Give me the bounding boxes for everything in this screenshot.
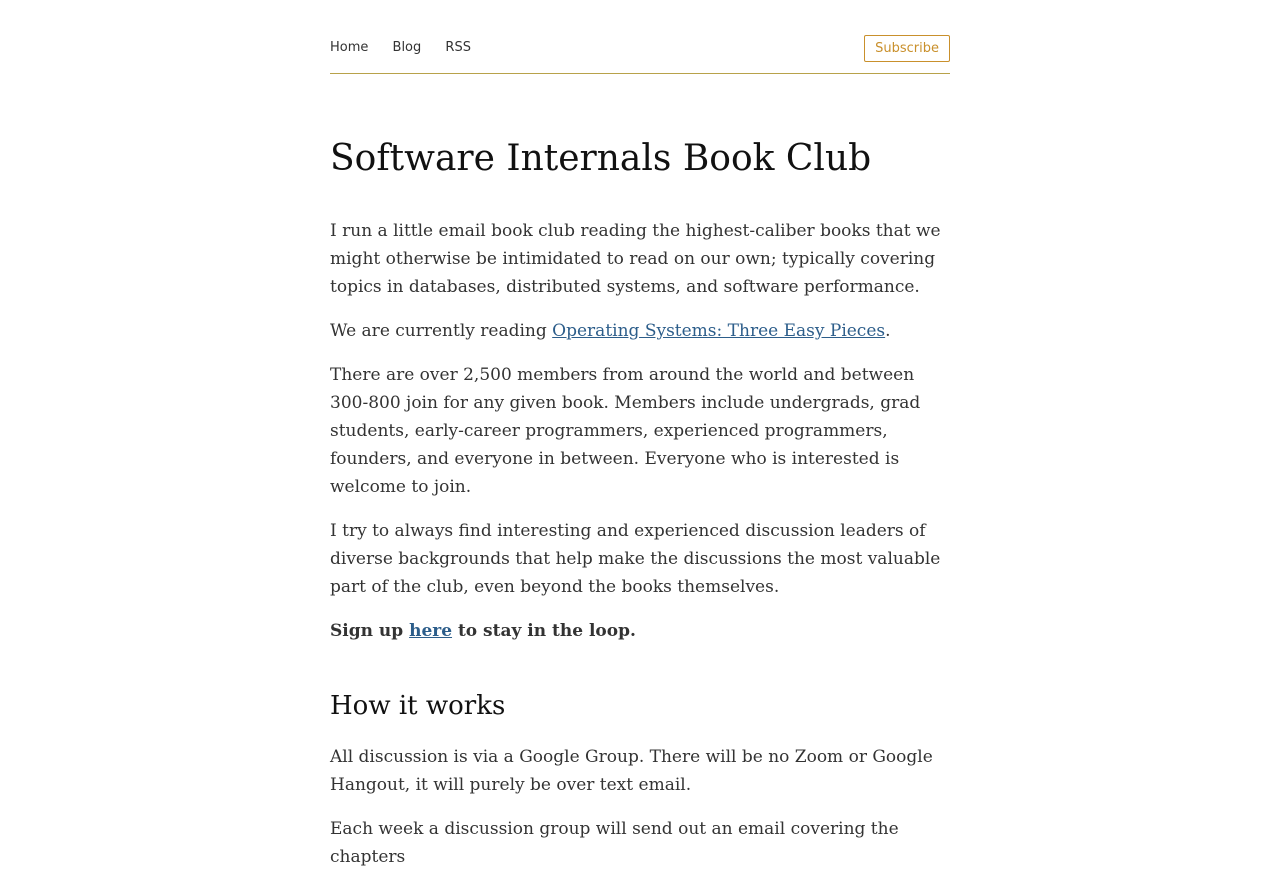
signup-link[interactable]: here xyxy=(409,621,452,641)
intro-paragraph: I run a little email book club reading t… xyxy=(330,221,941,297)
current-book-paragraph: We are currently reading Operating Syste… xyxy=(330,317,950,345)
nav-links: Home Blog RSS xyxy=(330,40,471,55)
signup-paragraph: Sign up here to stay in the loop. xyxy=(330,617,950,645)
subscribe-button[interactable]: Subscribe xyxy=(864,35,950,62)
top-navigation: Home Blog RSS Subscribe xyxy=(330,0,950,74)
signup-suffix: to stay in the loop. xyxy=(452,621,636,641)
current-book-suffix: . xyxy=(885,321,891,341)
page-title: Software Internals Book Club xyxy=(330,138,872,179)
nav-blog-link[interactable]: Blog xyxy=(393,40,422,55)
signup-prefix: Sign up xyxy=(330,621,410,641)
current-book-prefix: We are currently reading xyxy=(330,321,553,341)
leaders-paragraph: I try to always find interesting and exp… xyxy=(330,521,941,597)
how-paragraph-2: Each week a discussion group will send o… xyxy=(330,819,899,867)
nav-rss-link[interactable]: RSS xyxy=(445,40,471,55)
nav-home-link[interactable]: Home xyxy=(330,40,368,55)
current-book-link[interactable]: Operating Systems: Three Easy Pieces xyxy=(552,321,885,341)
page-container: Home Blog RSS Subscribe Software Interna… xyxy=(330,0,950,867)
signup-text: Sign up here to stay in the loop. xyxy=(330,621,636,641)
members-paragraph: There are over 2,500 members from around… xyxy=(330,365,921,497)
how-paragraph-1: All discussion is via a Google Group. Th… xyxy=(330,747,933,795)
how-it-works-heading: How it works xyxy=(330,691,506,721)
article-body: I run a little email book club reading t… xyxy=(330,217,950,887)
